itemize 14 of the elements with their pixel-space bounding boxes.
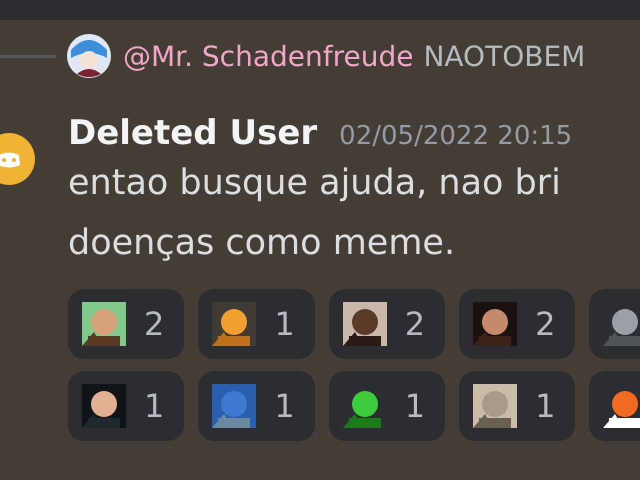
reaction-button[interactable]: 2: [459, 289, 576, 359]
reaction-button[interactable]: 1: [328, 371, 446, 441]
author-name[interactable]: Deleted User: [68, 113, 318, 153]
reply-username[interactable]: @Mr. Schadenfreude: [123, 40, 414, 72]
reaction-button[interactable]: 1: [68, 371, 184, 441]
message-text: doenças como meme.: [68, 222, 456, 265]
reaction-button[interactable]: 2: [328, 289, 446, 359]
reaction-button[interactable]: 1: [459, 371, 576, 441]
reaction-button[interactable]: 1: [198, 289, 315, 359]
reaction-button[interactable]: 2: [68, 289, 184, 359]
message-text: entao busque ajuda, nao bri: [68, 162, 562, 205]
timestamp: 02/05/2022 20:15: [339, 121, 572, 151]
reaction-button[interactable]: 1: [198, 371, 315, 441]
reply-preview[interactable]: NAOTOBEM: [423, 40, 586, 72]
